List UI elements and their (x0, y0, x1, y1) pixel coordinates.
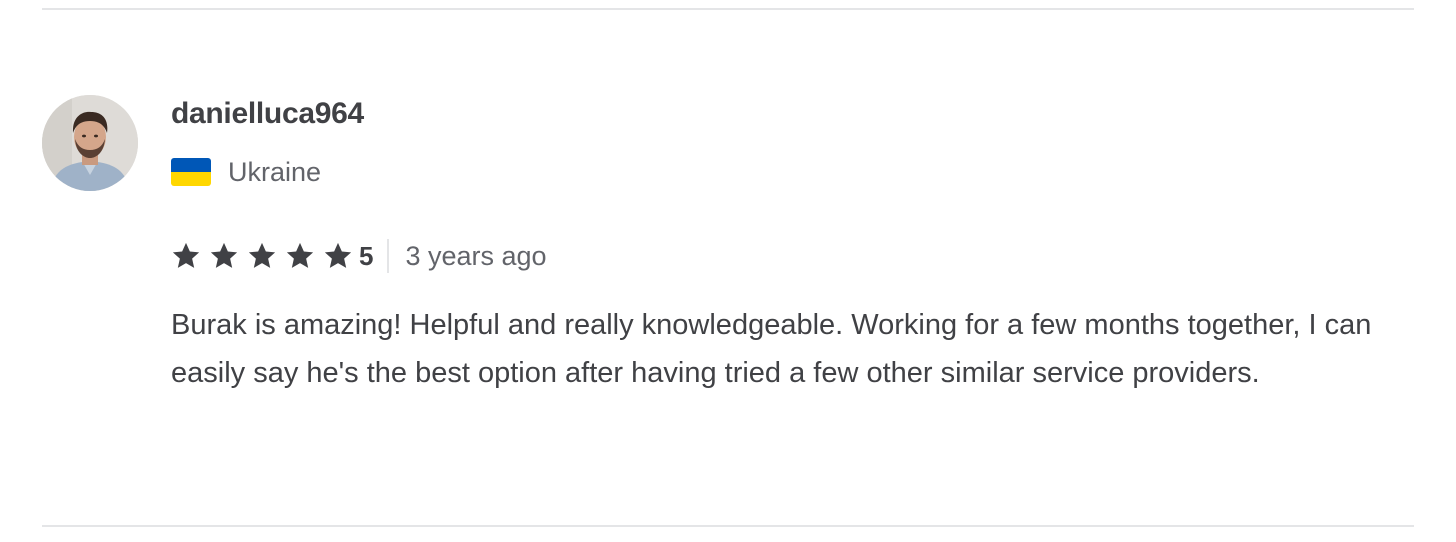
rating-value: 5 (359, 240, 374, 271)
avatar-image (42, 95, 138, 191)
flag-yellow-stripe (171, 172, 211, 186)
star-icon (324, 242, 352, 268)
flag-blue-stripe (171, 158, 211, 172)
review-time-ago: 3 years ago (405, 240, 547, 271)
star-icon (210, 242, 238, 268)
star-icon (286, 242, 314, 268)
review-text: Burak is amazing! Helpful and really kno… (171, 309, 1372, 389)
divider-bottom (42, 525, 1414, 527)
star-icon (172, 242, 200, 268)
star-rating (171, 241, 353, 271)
rating-row: 5 3 years ago (171, 238, 547, 274)
avatar[interactable] (42, 95, 138, 191)
star-icon (248, 242, 276, 268)
ukraine-flag-icon (171, 158, 211, 186)
reviewer-country: Ukraine (228, 156, 322, 187)
reviewer-country-row: Ukraine (171, 157, 321, 187)
review-page: danielluca964 Ukraine 5 3 years ago Bura… (0, 0, 1456, 542)
rating-separator (387, 239, 390, 273)
reviewer-username[interactable]: danielluca964 (171, 97, 364, 131)
divider-top (42, 8, 1414, 10)
